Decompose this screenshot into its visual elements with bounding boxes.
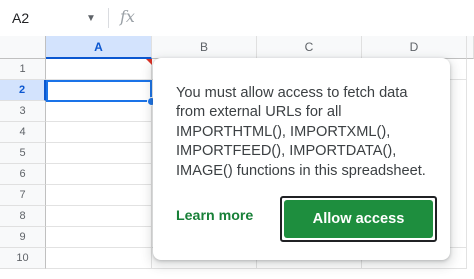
fx-icon: fx (120, 7, 135, 26)
row-header-8[interactable]: 8 (0, 206, 46, 227)
column-header-a[interactable]: A (46, 36, 152, 59)
cell[interactable] (46, 164, 152, 185)
allow-access-focus-ring: Allow access (280, 196, 437, 242)
formula-bar-divider (108, 8, 109, 28)
row-header-6[interactable]: 6 (0, 164, 46, 185)
cell[interactable] (46, 206, 152, 227)
column-header-e[interactable] (467, 36, 474, 59)
column-header-d[interactable]: D (362, 36, 467, 59)
learn-more-link[interactable]: Learn more (176, 208, 253, 224)
name-box-value[interactable]: A2 (12, 10, 29, 26)
chevron-down-icon[interactable]: ▼ (86, 13, 96, 24)
cell[interactable] (46, 143, 152, 164)
dialog-message: You must allow access to fetch data from… (176, 85, 426, 179)
select-all-corner[interactable] (0, 36, 46, 59)
cell[interactable] (46, 248, 152, 269)
name-box[interactable]: A2 ▼ (0, 3, 106, 33)
external-data-access-dialog: You must allow access to fetch data from… (153, 58, 450, 260)
cell[interactable] (46, 227, 152, 248)
column-header-b[interactable]: B (152, 36, 257, 59)
row-header-4[interactable]: 4 (0, 122, 46, 143)
cell-note-indicator (146, 59, 152, 65)
row-header-2[interactable]: 2 (0, 80, 46, 101)
row-header-10[interactable]: 10 (0, 248, 46, 269)
formula-bar: A2 ▼ fx (0, 0, 474, 37)
row-header-3[interactable]: 3 (0, 101, 46, 122)
allow-access-button[interactable]: Allow access (284, 200, 433, 238)
cell[interactable] (46, 101, 152, 122)
active-cell-a2[interactable] (46, 80, 152, 102)
row-header-5[interactable]: 5 (0, 143, 46, 164)
row-header-9[interactable]: 9 (0, 227, 46, 248)
cell[interactable] (46, 59, 152, 80)
column-header-c[interactable]: C (257, 36, 362, 59)
row-header-7[interactable]: 7 (0, 185, 46, 206)
row-header-1[interactable]: 1 (0, 59, 46, 80)
cell[interactable] (46, 185, 152, 206)
cell[interactable] (46, 122, 152, 143)
